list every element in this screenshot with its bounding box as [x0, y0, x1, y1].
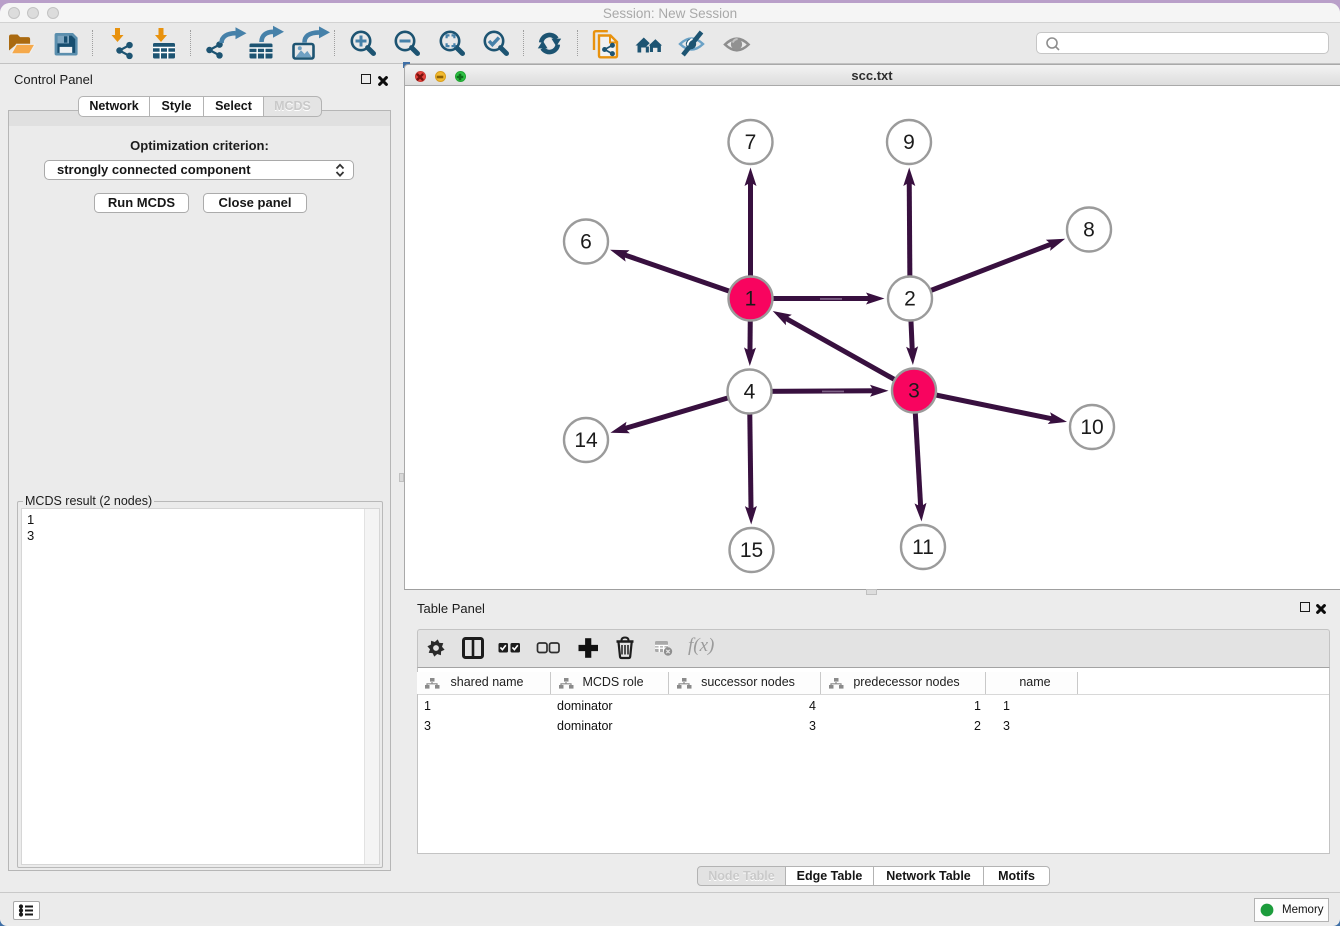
svg-text:8: 8 [1083, 219, 1095, 242]
svg-text:14: 14 [574, 429, 598, 452]
svg-text:4: 4 [744, 381, 756, 404]
svg-text:7: 7 [745, 131, 757, 154]
svg-text:6: 6 [580, 231, 592, 254]
svg-text:15: 15 [740, 539, 763, 562]
svg-text:1: 1 [745, 288, 757, 311]
svg-text:9: 9 [903, 131, 915, 154]
svg-text:2: 2 [904, 288, 916, 311]
svg-text:3: 3 [908, 380, 920, 403]
svg-text:11: 11 [912, 536, 934, 559]
svg-text:10: 10 [1080, 416, 1103, 439]
